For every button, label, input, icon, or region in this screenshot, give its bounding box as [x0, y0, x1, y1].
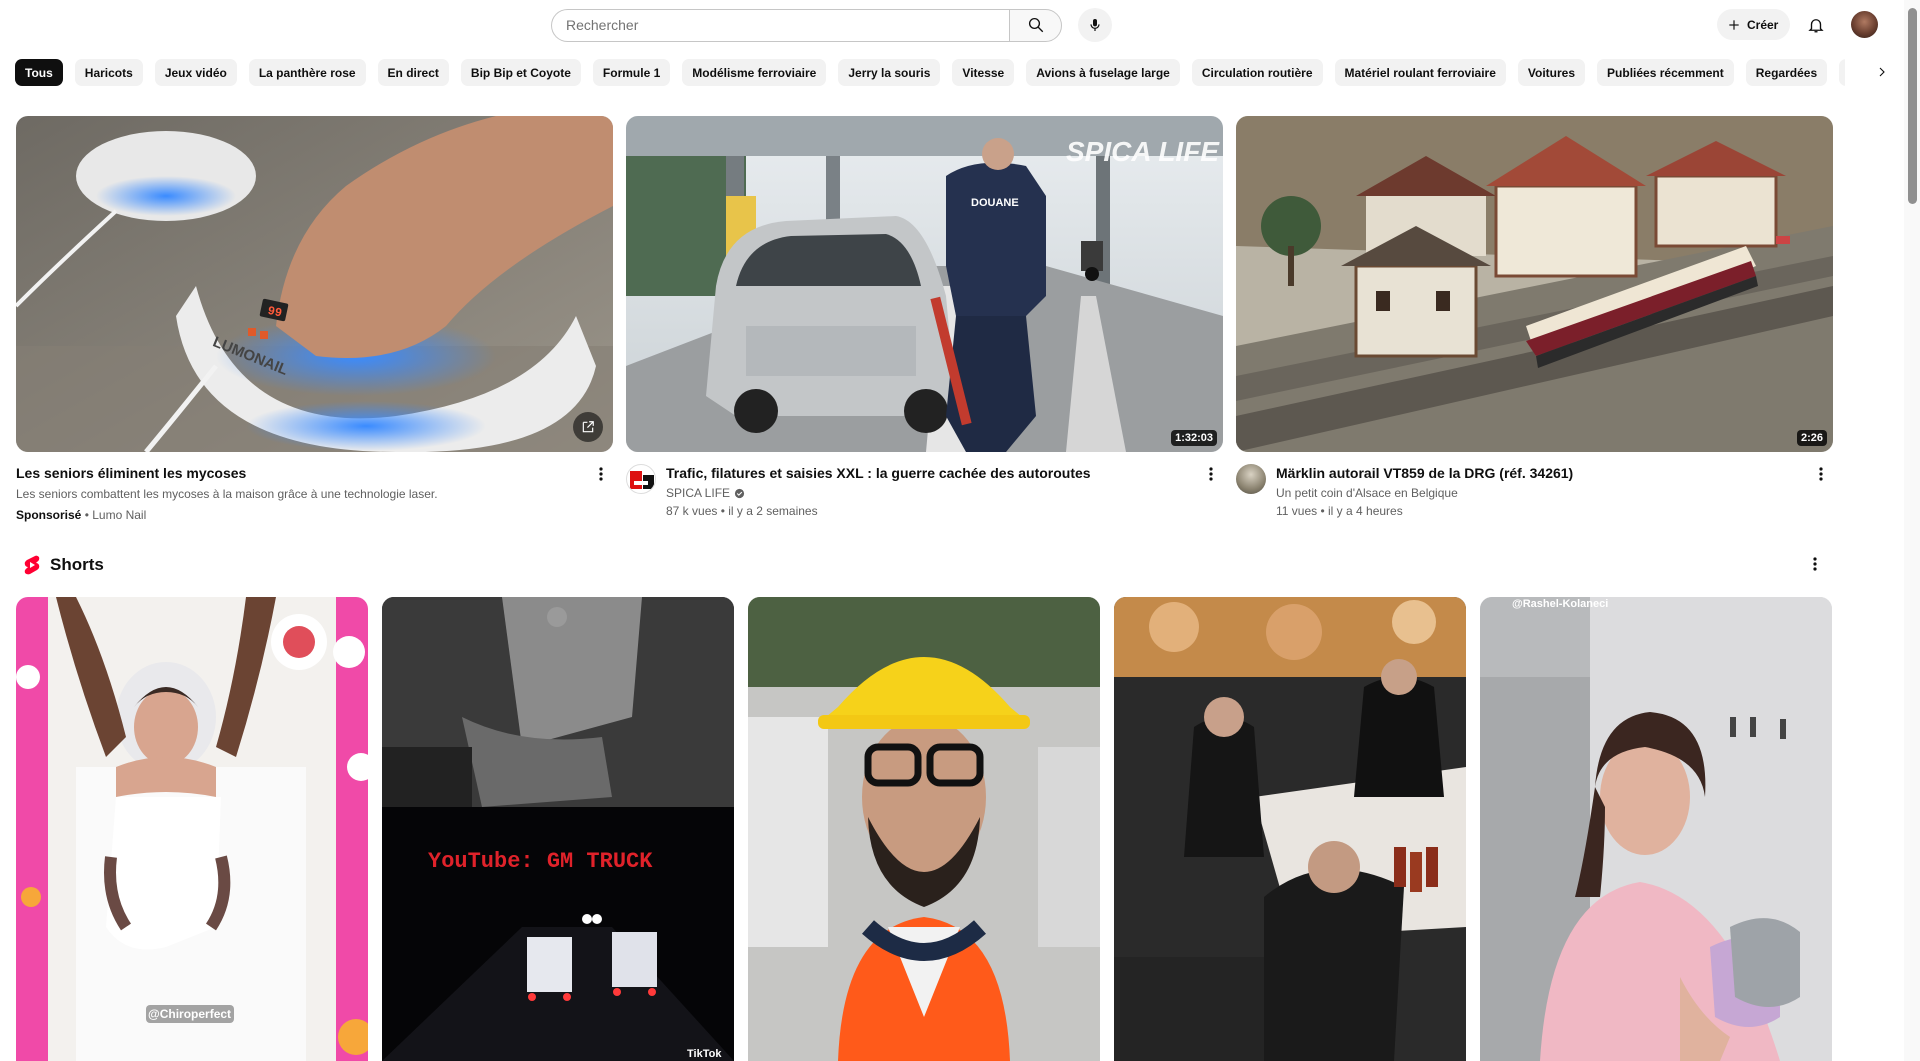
thumbnail-image — [1236, 116, 1833, 452]
channel-avatar[interactable] — [626, 464, 656, 494]
search-area — [551, 8, 1112, 42]
video-title[interactable]: Les seniors éliminent les mycoses — [16, 464, 613, 482]
search-button[interactable] — [1009, 8, 1062, 42]
scrollbar-thumb[interactable] — [1908, 8, 1917, 204]
video-stats: 11 vues • il y a 4 heures — [1276, 504, 1403, 518]
channel-avatar[interactable] — [1236, 464, 1266, 494]
filter-chip[interactable]: Nouveautés pour — [1839, 59, 1845, 86]
top-bar: Créer — [0, 0, 1900, 48]
external-link-button[interactable] — [573, 412, 603, 442]
filter-chip[interactable]: Modélisme ferroviaire — [682, 59, 827, 86]
short-card[interactable] — [1114, 597, 1466, 1061]
more-vertical-icon — [599, 467, 603, 481]
more-vertical-icon — [1209, 467, 1213, 481]
shorts-menu-button[interactable] — [1805, 554, 1825, 574]
short-card[interactable]: @Chiroperfect — [16, 597, 368, 1061]
filter-chip[interactable]: Bip Bip et Coyote — [460, 59, 581, 86]
short-banner-text: YouTube: GM TRUCK — [428, 849, 653, 874]
short-thumbnail: YouTube: GM TRUCK TikTok — [382, 597, 734, 1061]
filter-chip[interactable]: Regardées — [1745, 59, 1828, 86]
video-thumbnail[interactable]: 99 LUMONAIL — [16, 116, 613, 452]
filter-chip[interactable]: La panthère rose — [248, 59, 366, 86]
channel-name[interactable]: SPICA LIFE — [666, 484, 730, 502]
bell-icon — [1808, 19, 1824, 33]
filter-chip[interactable]: Circulation routière — [1191, 59, 1323, 86]
video-thumbnail[interactable]: 2:26 — [1236, 116, 1833, 452]
filter-chip[interactable]: Publiées récemment — [1597, 59, 1734, 86]
advertiser-name[interactable]: • Lumo Nail — [81, 508, 147, 522]
search-input[interactable] — [551, 8, 1009, 42]
account-avatar[interactable] — [1851, 11, 1878, 38]
video-stats: 87 k vues • il y a 2 semaines — [666, 504, 818, 518]
video-title[interactable]: Märklin autorail VT859 de la DRG (réf. 3… — [1276, 464, 1833, 482]
ad-description: Les seniors combattent les mycoses à la … — [16, 487, 438, 501]
create-button[interactable]: Créer — [1717, 9, 1791, 40]
video-meta: Trafic, filatures et saisies XXL : la gu… — [626, 464, 1223, 520]
filter-chips-bar: Tous Haricots Jeux vidéo La panthère rose En… — [15, 59, 1845, 86]
video-duration: 2:26 — [1796, 430, 1827, 446]
tiktok-watermark: TikTok — [687, 1048, 722, 1060]
sponsored-line: Sponsorisé • Lumo Nail — [16, 506, 613, 524]
filter-chip[interactable]: Tous — [15, 59, 63, 86]
short-thumbnail — [1480, 597, 1832, 1061]
sponsored-label: Sponsorisé — [16, 508, 82, 522]
filter-chip[interactable]: Voitures — [1517, 59, 1586, 86]
video-card[interactable]: 2:26 Märklin autorail VT859 de la DRG (r… — [1236, 116, 1833, 520]
filter-chip[interactable]: Matériel roulant ferroviaire — [1334, 59, 1506, 86]
create-label: Créer — [1747, 17, 1779, 32]
external-link-icon — [582, 421, 594, 433]
shorts-title: Shorts — [50, 555, 104, 574]
voice-search-button[interactable] — [1078, 8, 1112, 42]
video-duration: 1:32:03 — [1171, 430, 1217, 446]
short-creator-handle: @Chiroperfect — [148, 1007, 232, 1021]
microphone-icon — [1090, 19, 1100, 31]
plus-icon — [1729, 19, 1739, 30]
device-display: 99 — [266, 304, 283, 321]
filter-chip[interactable]: Jeux vidéo — [154, 59, 237, 86]
filter-chip[interactable]: Jerry la souris — [838, 59, 941, 86]
short-thumbnail — [748, 597, 1100, 1061]
video-menu-button[interactable] — [1811, 464, 1831, 484]
more-vertical-icon — [1813, 557, 1817, 571]
officer-vest-text: DOUANE — [971, 197, 1019, 209]
video-card[interactable]: DOUANE SPICA LIFE 1:32:03 Trafic, filatu… — [626, 116, 1223, 520]
video-menu-button[interactable] — [1201, 464, 1221, 484]
shorts-logo-icon — [24, 555, 40, 575]
short-card[interactable]: @Rashel-Kolaneci — [1480, 597, 1832, 1061]
short-thumbnail — [16, 597, 368, 1061]
filter-chip[interactable]: Haricots — [74, 59, 143, 86]
video-title[interactable]: Trafic, filatures et saisies XXL : la gu… — [666, 464, 1223, 482]
chevron-right-icon — [1879, 67, 1885, 77]
filter-chip[interactable]: Vitesse — [952, 59, 1015, 86]
thumbnail-image: DOUANE SPICA LIFE — [626, 116, 1223, 452]
channel-watermark: SPICA LIFE — [1066, 136, 1220, 167]
filter-chip[interactable]: Formule 1 — [592, 59, 671, 86]
video-meta: Märklin autorail VT859 de la DRG (réf. 3… — [1236, 464, 1833, 520]
video-menu-button[interactable] — [591, 464, 611, 484]
short-thumbnail — [1114, 597, 1466, 1061]
verified-icon — [734, 488, 745, 498]
thumbnail-image: 99 LUMONAIL — [16, 116, 613, 452]
chips-next-button[interactable] — [1870, 60, 1894, 84]
channel-name[interactable]: Un petit coin d'Alsace en Belgique — [1276, 484, 1833, 502]
more-vertical-icon — [1819, 467, 1823, 481]
filter-chip[interactable]: En direct — [377, 59, 449, 86]
shorts-shelf-header: Shorts — [24, 555, 104, 575]
video-meta: Les seniors éliminent les mycoses Les se… — [16, 464, 613, 524]
search-icon — [1028, 17, 1043, 33]
video-card-sponsored[interactable]: 99 LUMONAIL Les seniors éliminent les my… — [16, 116, 613, 524]
filter-chip[interactable]: Avions à fuselage large — [1026, 59, 1180, 86]
short-card[interactable] — [748, 597, 1100, 1061]
video-thumbnail[interactable]: DOUANE SPICA LIFE 1:32:03 — [626, 116, 1223, 452]
spica-logo-icon — [630, 471, 654, 489]
page-scrollbar[interactable] — [1904, 0, 1920, 1061]
short-creator-handle: @Rashel-Kolaneci — [1512, 598, 1609, 610]
short-card[interactable]: YouTube: GM TRUCK TikTok — [382, 597, 734, 1061]
notifications-button[interactable] — [1803, 12, 1829, 38]
